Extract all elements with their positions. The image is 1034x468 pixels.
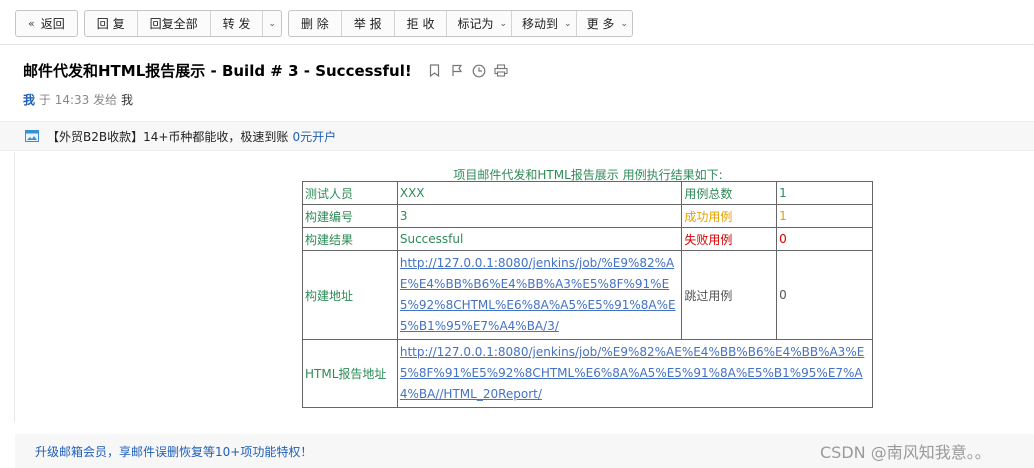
success-label: 成功用例 xyxy=(681,204,778,228)
tester-value: XXX xyxy=(396,181,683,205)
build-url-link[interactable]: http://127.0.0.1:8080/jenkins/job/%E9%82… xyxy=(400,256,676,333)
content-left-border xyxy=(14,152,15,422)
skip-value: 0 xyxy=(776,250,873,340)
html-report-link[interactable]: http://127.0.0.1:8080/jenkins/job/%E9%82… xyxy=(400,345,864,401)
mail-subject-row: 邮件代发和HTML报告展示 - Build # 3 - Successful! xyxy=(23,60,508,81)
total-label: 用例总数 xyxy=(681,181,778,205)
chevron-down-icon: ⌄ xyxy=(564,18,572,29)
success-value: 1 xyxy=(776,204,873,228)
more-button[interactable]: 更 多 ⌄ xyxy=(577,11,632,36)
chevron-down-icon: ⌄ xyxy=(499,18,508,29)
sender-line: 我 于 14:33 发给 我 xyxy=(23,91,133,108)
build-url-label: 构建地址 xyxy=(302,250,398,340)
forward-dropdown-button[interactable]: ⌄ xyxy=(263,11,281,36)
reject-button[interactable]: 拒 收 xyxy=(395,11,448,36)
bookmark-icon[interactable] xyxy=(428,64,442,78)
double-chevron-left-icon: « xyxy=(28,17,35,30)
report-button[interactable]: 举 报 xyxy=(342,11,395,36)
chevron-down-icon: ⌄ xyxy=(268,18,276,29)
ad-text: 【外贸B2B收款】14+币种都能收，极速到账 xyxy=(47,129,289,144)
back-button[interactable]: « 返回 xyxy=(16,11,77,36)
sender-name[interactable]: 我 xyxy=(23,93,35,107)
html-report-label: HTML报告地址 xyxy=(302,339,398,408)
toolbar-divider xyxy=(0,44,1034,45)
mail-toolbar: « 返回 回 复 回复全部 转 发 ⌄ 删 除 举 报 拒 收 标记为 ⌄ 移动… xyxy=(15,10,639,37)
chevron-down-icon: ⌄ xyxy=(620,18,628,29)
print-icon[interactable] xyxy=(494,64,508,78)
action-group: 删 除 举 报 拒 收 标记为 ⌄ 移动到 ⌄ 更 多 ⌄ xyxy=(287,10,633,37)
sent-at-word: 于 xyxy=(38,93,51,107)
table-row: 构建结果 Successful 失败用例 0 xyxy=(302,227,873,251)
html-report-cell: http://127.0.0.1:8080/jenkins/job/%E9%82… xyxy=(396,339,874,408)
move-to-label: 移动到 xyxy=(522,17,559,31)
skip-label: 跳过用例 xyxy=(681,250,778,340)
clock-icon[interactable] xyxy=(472,64,486,78)
more-label: 更 多 xyxy=(586,17,615,31)
build-no-label: 构建编号 xyxy=(302,204,398,228)
build-result-label: 构建结果 xyxy=(302,227,398,251)
subject-icons xyxy=(428,64,508,78)
forward-button[interactable]: 转 发 xyxy=(211,11,264,36)
ad-banner[interactable]: 【外贸B2B收款】14+币种都能收，极速到账 0元开户 xyxy=(0,121,1034,151)
flag-icon[interactable] xyxy=(450,64,464,78)
ad-link[interactable]: 0元开户 xyxy=(292,128,336,145)
recipient-name[interactable]: 我 xyxy=(121,93,133,107)
report-table: 测试人员 XXX 用例总数 1 构建编号 3 成功用例 1 构建结果 Succe… xyxy=(302,181,874,408)
mark-as-label: 标记为 xyxy=(457,17,494,31)
build-url-cell: http://127.0.0.1:8080/jenkins/job/%E9%82… xyxy=(396,250,683,340)
build-result-value: Successful xyxy=(396,227,683,251)
fail-value: 0 xyxy=(776,227,873,251)
reply-all-button[interactable]: 回复全部 xyxy=(138,11,211,36)
upgrade-text[interactable]: 升级邮箱会员，享邮件误删恢复等10+项功能特权！ xyxy=(35,443,312,460)
table-row: 构建编号 3 成功用例 1 xyxy=(302,204,873,228)
table-row: 测试人员 XXX 用例总数 1 xyxy=(302,181,873,205)
reply-group: 回 复 回复全部 转 发 ⌄ xyxy=(83,10,282,37)
build-no-value: 3 xyxy=(396,204,683,228)
back-label: 返回 xyxy=(40,17,65,31)
fail-label: 失败用例 xyxy=(681,227,778,251)
total-value: 1 xyxy=(776,181,873,205)
mail-subject: 邮件代发和HTML报告展示 - Build # 3 - Successful! xyxy=(23,62,412,80)
back-group: « 返回 xyxy=(15,10,78,37)
ad-image-icon xyxy=(25,130,39,142)
delete-button[interactable]: 删 除 xyxy=(289,11,342,36)
reply-button[interactable]: 回 复 xyxy=(85,11,138,36)
sent-to-word: 发给 xyxy=(93,93,118,107)
csdn-watermark: CSDN @南风知我意。。 xyxy=(820,443,991,462)
table-row: HTML报告地址 http://127.0.0.1:8080/jenkins/j… xyxy=(302,339,874,408)
move-to-button[interactable]: 移动到 ⌄ xyxy=(512,11,577,36)
table-row: 构建地址 http://127.0.0.1:8080/jenkins/job/%… xyxy=(302,250,873,340)
tester-label: 测试人员 xyxy=(302,181,398,205)
mark-as-button[interactable]: 标记为 ⌄ xyxy=(447,11,513,36)
sent-time: 14:33 xyxy=(54,93,90,107)
